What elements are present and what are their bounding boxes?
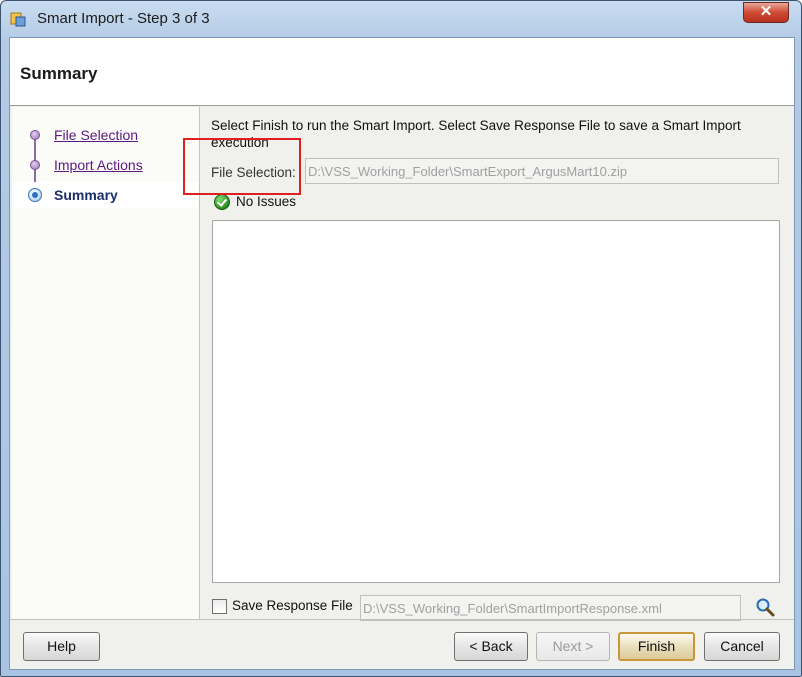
train-stop-summary: Summary [12,182,198,208]
save-response-row: Save Response File D:\VSS_Working_Folder… [212,595,782,621]
checkmark-icon [214,194,230,210]
finish-button[interactable]: Finish [618,632,695,661]
cancel-button[interactable]: Cancel [704,632,780,661]
dialog-client-area: Summary File Selection Import Actions Su… [9,37,795,670]
page-title: Summary [20,64,98,83]
footer-separator [10,619,794,620]
page-header: Summary [10,38,794,106]
response-file-field: D:\VSS_Working_Folder\SmartImportRespons… [360,595,741,621]
window-title: Smart Import - Step 3 of 3 [37,10,210,27]
back-button[interactable]: < Back [454,632,528,661]
train-stop-file-selection[interactable]: File Selection [12,122,198,148]
save-response-label[interactable]: Save Response File [232,598,353,613]
file-selection-field: D:\VSS_Working_Folder\SmartExport_ArgusM… [305,158,779,184]
save-response-checkbox[interactable] [212,599,227,614]
train-stop-label: Summary [54,187,118,203]
train-stop-import-actions[interactable]: Import Actions [12,152,198,178]
app-icon [10,12,26,27]
train-stop-visited-icon [30,130,40,140]
next-button: Next > [536,632,610,661]
train-stop-current-icon [28,188,42,202]
train-stop-label[interactable]: Import Actions [54,157,143,173]
status-text: No Issues [236,194,297,209]
close-button[interactable]: ✕ [743,2,789,23]
smart-import-dialog: Smart Import - Step 3 of 3 ✕ Summary Fil… [0,0,802,677]
title-bar[interactable]: Smart Import - Step 3 of 3 ✕ [1,1,801,37]
help-button[interactable]: Help [23,632,100,661]
search-icon[interactable] [755,597,775,617]
highlight-annotation-box [183,138,301,195]
train-navigation: File Selection Import Actions Summary [12,107,200,619]
train-stop-visited-icon [30,160,40,170]
train-stop-label[interactable]: File Selection [54,127,138,143]
issues-list-area[interactable] [212,220,780,583]
